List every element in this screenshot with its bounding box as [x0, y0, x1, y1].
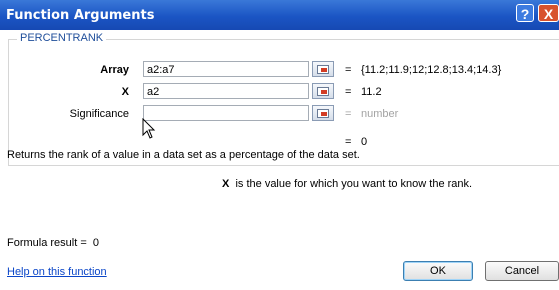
formula-result: Formula result = 0: [7, 237, 99, 249]
arguments-group: PERCENTRANK: [8, 32, 559, 166]
help-link[interactable]: Help on this function: [7, 266, 107, 278]
argument-help-name: X: [222, 178, 230, 190]
significance-result: number: [361, 108, 399, 120]
title-bar: Function Arguments ? X: [0, 0, 559, 30]
ok-button[interactable]: OK: [403, 261, 473, 281]
cancel-button[interactable]: Cancel: [485, 261, 559, 281]
formula-result-label: Formula result =: [7, 237, 87, 249]
argument-help: X is the value for which you want to kno…: [222, 178, 472, 190]
dialog-title: Function Arguments: [6, 8, 155, 23]
significance-collapse-button[interactable]: [312, 105, 334, 121]
significance-label: Significance: [69, 108, 129, 120]
x-equals: =: [345, 86, 352, 98]
close-button[interactable]: X: [538, 4, 559, 22]
dialog-body: PERCENTRANK Array a2:a7 = {11.2;11.9;12;…: [0, 30, 559, 290]
mouse-pointer-icon: [142, 118, 156, 139]
x-collapse-button[interactable]: [312, 83, 334, 99]
result-equals: =: [345, 136, 352, 148]
formula-result-value: 0: [92, 237, 100, 249]
help-button[interactable]: ?: [516, 4, 534, 22]
significance-equals: =: [345, 108, 352, 120]
x-label: X: [121, 86, 129, 98]
function-description: Returns the rank of a value in a data se…: [7, 149, 360, 161]
function-name: PERCENTRANK: [17, 32, 107, 44]
x-input[interactable]: a2: [143, 83, 309, 99]
argument-help-text: is the value for which you want to know …: [235, 178, 473, 190]
array-equals: =: [345, 64, 352, 76]
array-collapse-button[interactable]: [312, 61, 334, 77]
function-result: 0: [361, 136, 368, 148]
array-label: Array: [100, 64, 129, 76]
array-result: {11.2;11.9;12;12.8;13.4;14.3}: [361, 64, 502, 76]
array-input[interactable]: a2:a7: [143, 61, 309, 77]
x-result: 11.2: [361, 86, 382, 98]
significance-input[interactable]: [143, 105, 309, 121]
